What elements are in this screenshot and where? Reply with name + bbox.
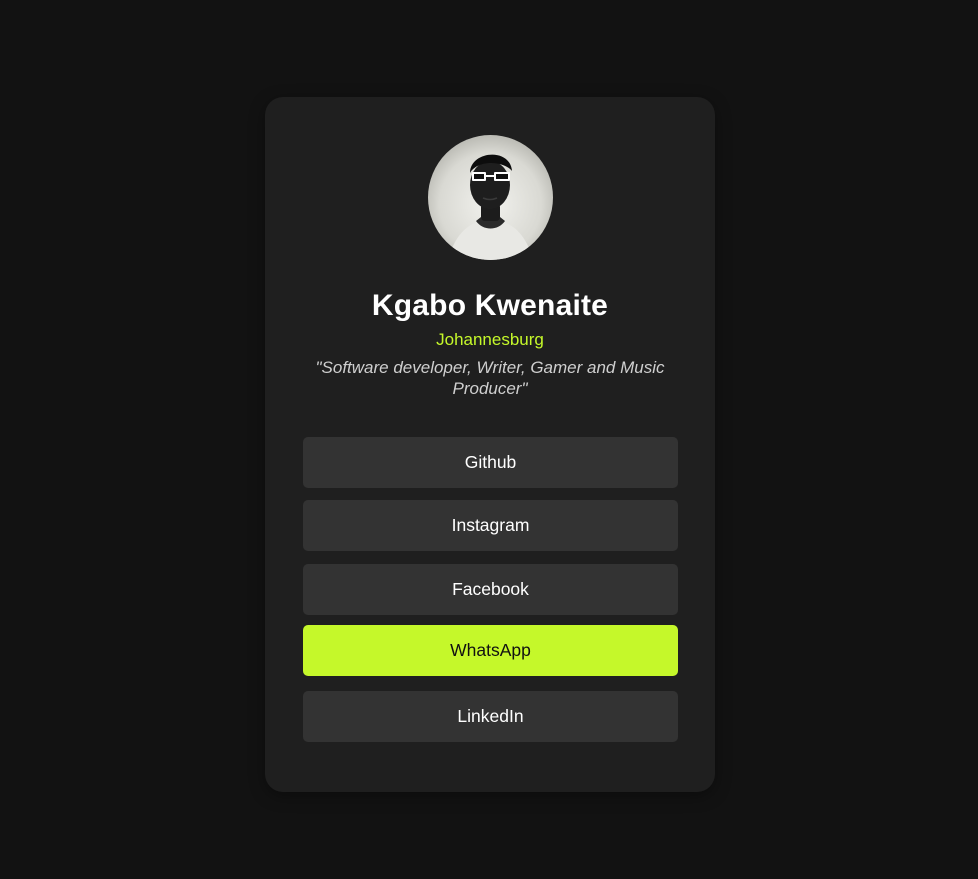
avatar-portrait-icon bbox=[448, 154, 533, 260]
facebook-link-button[interactable]: Facebook bbox=[303, 564, 678, 615]
profile-bio: "Software developer, Writer, Gamer and M… bbox=[315, 358, 665, 398]
profile-name: Kgabo Kwenaite bbox=[371, 289, 609, 322]
instagram-link-button[interactable]: Instagram bbox=[303, 500, 678, 551]
whatsapp-link-button[interactable]: WhatsApp bbox=[303, 625, 678, 676]
profile-location: Johannesburg bbox=[436, 330, 544, 349]
avatar bbox=[428, 135, 553, 260]
profile-card: Kgabo Kwenaite Johannesburg "Software de… bbox=[265, 97, 715, 792]
github-link-button[interactable]: Github bbox=[303, 437, 678, 488]
linkedin-link-button[interactable]: LinkedIn bbox=[303, 691, 678, 742]
